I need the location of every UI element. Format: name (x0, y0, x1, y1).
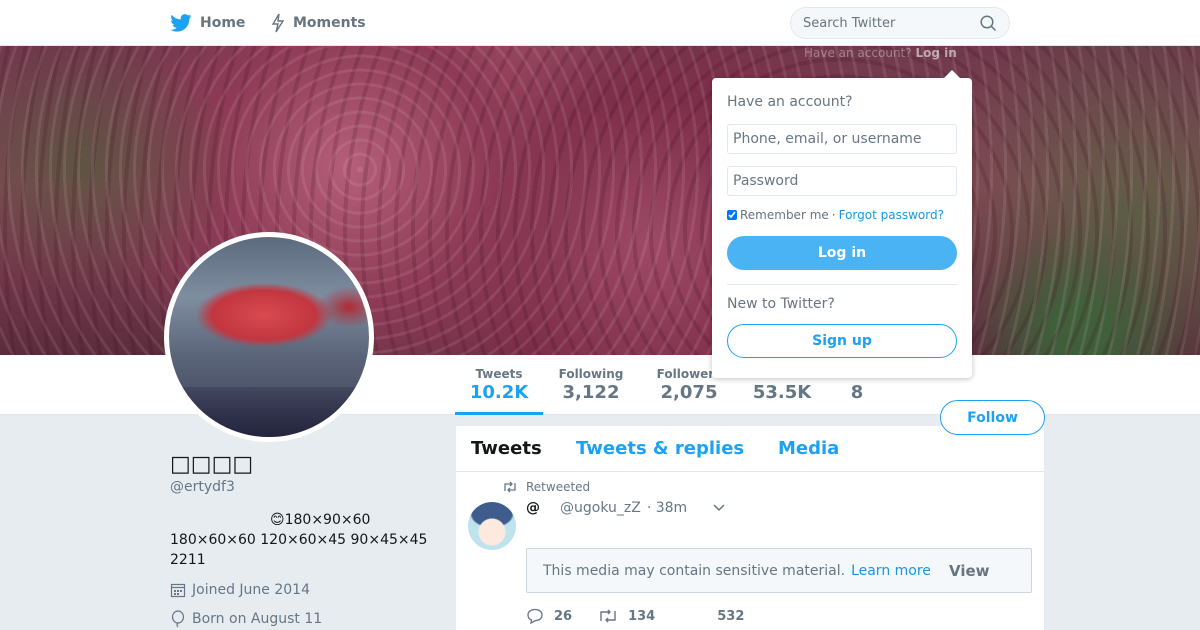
reply-count: 26 (554, 608, 573, 624)
sensitive-text: This media may contain sensitive materia… (543, 562, 846, 579)
search-icon[interactable] (980, 15, 997, 32)
stat-following[interactable]: Following 3,122 (553, 355, 629, 415)
remember-me-label[interactable]: Remember me (740, 208, 829, 222)
tweet-timestamp[interactable]: · 38m (647, 500, 687, 516)
like-button[interactable]: 532 (681, 609, 744, 624)
banner-login-prompt[interactable]: Have an account? Log in (804, 46, 957, 60)
retweet-icon (600, 609, 616, 623)
nav-home-label: Home (200, 15, 246, 31)
login-button[interactable]: Log in (727, 236, 957, 270)
stat-label: Following (558, 367, 624, 381)
learn-more-link[interactable]: Learn more (851, 563, 931, 579)
nav-moments[interactable]: Moments (271, 0, 366, 46)
sensitive-media-notice: This media may contain sensitive materia… (526, 548, 1032, 593)
tab-media[interactable]: Media (778, 438, 839, 459)
retweeted-label: Retweeted (526, 480, 591, 494)
profile-birthday: Born on August 11 (170, 610, 322, 628)
profile-joined-date: Joined June 2014 (170, 582, 310, 598)
view-media-button[interactable]: View (949, 562, 990, 580)
bio-line: 180×60×60 120×60×45 90×45×45 (170, 532, 428, 548)
stat-value: 2,075 (660, 382, 718, 403)
profile-bio: 😊180×90×60 180×60×60 120×60×45 90×45×45 … (170, 510, 440, 570)
search-box (790, 7, 1010, 39)
profile-timeline: Tweets Tweets & replies Media Retweeted … (456, 426, 1044, 630)
profile-handle[interactable]: @ertydf3 (170, 479, 235, 495)
profile-display-name[interactable]: □□□□ (170, 452, 253, 477)
twitter-bird-icon (170, 14, 192, 32)
balloon-icon (171, 610, 185, 628)
remember-me-checkbox[interactable] (727, 210, 737, 220)
retweet-count: 134 (628, 608, 656, 624)
tab-tweets[interactable]: Tweets (471, 438, 542, 459)
stat-value: 8 (850, 382, 864, 403)
profile-avatar[interactable] (164, 232, 374, 442)
tweet-author-name[interactable]: @ (526, 500, 540, 516)
remember-row: Remember me · Forgot password? (727, 208, 944, 222)
stat-tweets[interactable]: Tweets 10.2K (455, 355, 543, 415)
stat-value: 53.5K (752, 382, 812, 403)
top-navigation-bar: Home Moments (0, 0, 1200, 46)
born-text: Born on August 11 (192, 611, 323, 627)
reply-button[interactable]: 26 (526, 608, 572, 624)
tweet-actions: 26 134 532 (526, 608, 770, 624)
tab-tweets-and-replies[interactable]: Tweets & replies (576, 438, 744, 459)
calendar-icon (170, 583, 186, 598)
bio-line: 2211 (170, 552, 206, 568)
password-field[interactable] (727, 166, 957, 196)
tweet-header: @ @ugoku_zZ · 38m (526, 500, 725, 516)
follow-button[interactable]: Follow (940, 400, 1045, 435)
banner-login-prefix: Have an account? (804, 46, 912, 60)
forgot-password-link[interactable]: Forgot password? (839, 208, 944, 222)
divider (727, 284, 957, 285)
stat-value: 3,122 (562, 382, 620, 403)
nav-moments-label: Moments (293, 15, 366, 31)
tweet-author-handle[interactable]: @ugoku_zZ (560, 500, 641, 516)
login-dropdown-title: Have an account? (727, 94, 853, 110)
nav-home[interactable]: Home (170, 0, 245, 46)
stat-value: 10.2K (469, 382, 529, 403)
tweet-author-avatar[interactable] (468, 502, 516, 550)
separator-dot: · (831, 208, 836, 222)
stat-label: Tweets (475, 367, 523, 381)
retweet-button[interactable]: 134 (598, 609, 655, 624)
joined-text: Joined June 2014 (192, 582, 310, 598)
bio-line: 😊180×90×60 (270, 512, 371, 528)
retweet-icon (504, 481, 516, 493)
lightning-icon (271, 13, 285, 33)
chevron-down-icon[interactable] (713, 504, 725, 512)
reply-icon (527, 608, 543, 624)
signup-button[interactable]: Sign up (727, 324, 957, 358)
search-input[interactable] (791, 8, 971, 38)
login-dropdown: Have an account? Remember me · Forgot pa… (712, 70, 972, 378)
banner-login-link[interactable]: Log in (915, 46, 956, 60)
like-count: 532 (717, 608, 745, 624)
username-field[interactable] (727, 124, 957, 154)
retweet-context: Retweeted (502, 480, 590, 494)
new-to-twitter-label: New to Twitter? (727, 296, 835, 312)
